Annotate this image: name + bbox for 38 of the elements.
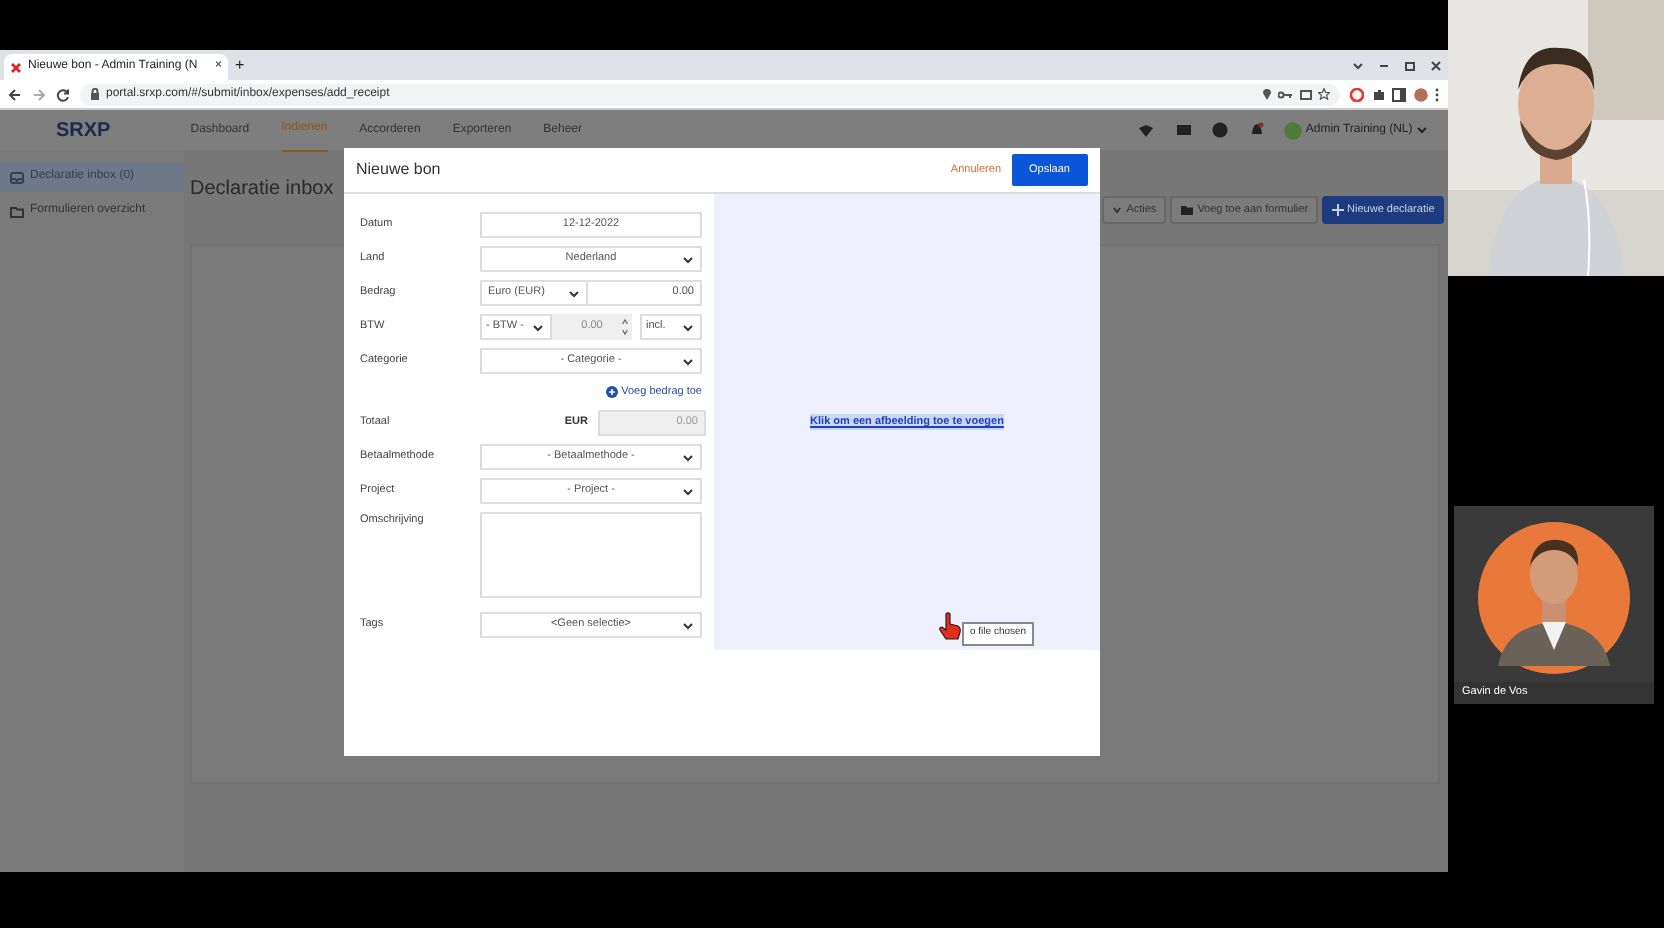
caret-icon[interactable] — [1416, 126, 1428, 134]
chevron-icon — [682, 358, 694, 366]
plus-icon — [1331, 204, 1344, 217]
favicon-icon — [10, 61, 22, 73]
reload-icon[interactable] — [56, 87, 70, 101]
profile-icon[interactable] — [1413, 87, 1427, 101]
back-icon[interactable] — [8, 87, 22, 101]
chevron-icon — [532, 324, 544, 332]
sidebar-icon[interactable] — [1392, 87, 1406, 101]
chevron-icon — [682, 488, 694, 496]
modal-title: Nieuwe bon — [356, 158, 441, 182]
chevron-icon — [682, 256, 694, 264]
location-icon[interactable] — [1261, 88, 1271, 100]
spinner-icon[interactable] — [622, 318, 628, 336]
minimize-icon[interactable] — [1377, 59, 1389, 71]
description-field[interactable] — [480, 512, 702, 598]
chevron-icon — [682, 454, 694, 462]
inbox-icon — [10, 171, 24, 183]
chevron-icon — [682, 622, 694, 630]
lock-icon — [90, 88, 100, 100]
extension-icon[interactable] — [1350, 87, 1364, 101]
hand-cursor-icon — [938, 612, 962, 640]
new-tab-button[interactable]: + — [235, 53, 245, 77]
folder-icon — [1179, 204, 1194, 217]
chevron-icon — [682, 324, 694, 332]
star-icon[interactable] — [1318, 88, 1330, 100]
close-icon[interactable] — [1429, 59, 1441, 71]
restore-icon[interactable] — [1403, 59, 1415, 71]
bell-icon[interactable] — [1249, 122, 1264, 138]
chevron-icon — [568, 290, 580, 298]
key-icon[interactable] — [1278, 89, 1292, 99]
plus-circle-icon — [605, 386, 618, 398]
kebab-menu-icon[interactable] — [1434, 87, 1440, 101]
folder-icon — [10, 205, 24, 217]
page-title: Declaratie inbox — [190, 176, 336, 204]
caret-icon — [1112, 206, 1123, 215]
dropdown-icon[interactable] — [1351, 59, 1363, 71]
share-icon[interactable] — [1299, 88, 1311, 100]
